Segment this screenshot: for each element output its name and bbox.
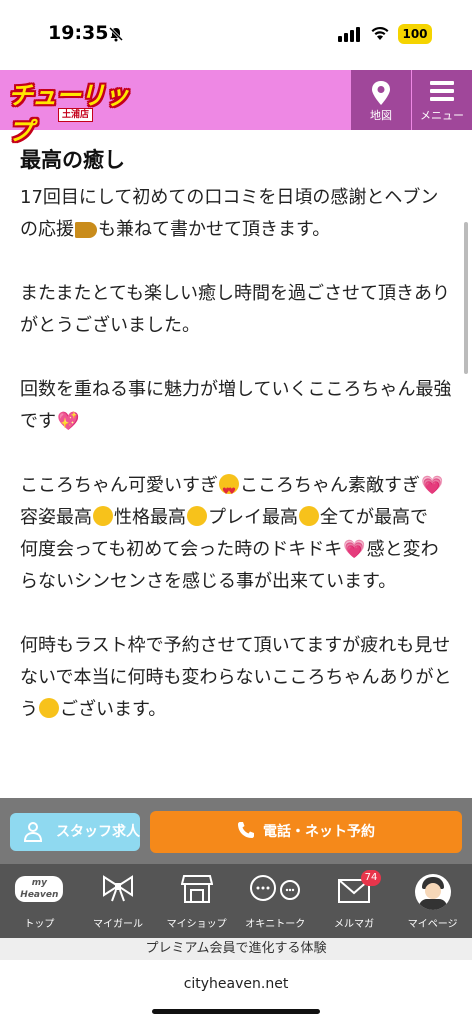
review-paragraph: こころちゃん可愛いすぎ こころちゃん素敵すぎ💗 bbox=[20, 470, 456, 508]
review-text: プレイ最高 bbox=[208, 507, 298, 528]
nav-item-mygirl[interactable]: マイガール bbox=[79, 864, 158, 938]
hamburger-icon bbox=[430, 81, 454, 101]
nav-item-okinitalk[interactable]: オキニトーク bbox=[236, 864, 315, 938]
review-title: 最高の癒し bbox=[20, 148, 125, 172]
review-content: 最高の癒し 17回目にして初めての口コミを日頃の感謝とヘブンの応援 も兼ねて書かせ… bbox=[0, 130, 472, 798]
staff-recruit-button[interactable]: スタッフ求人 bbox=[10, 813, 140, 851]
nav-item-myshop[interactable]: マイショップ bbox=[157, 864, 236, 938]
review-paragraph: 何時もラスト枠で予約させて頂いてますが疲れも見せないで本当に何時も変わらないここ… bbox=[20, 630, 456, 726]
review-text: こころちゃん可愛いすぎ bbox=[20, 475, 218, 496]
heart-eyes-icon bbox=[219, 474, 239, 508]
menu-label: メニュー bbox=[420, 109, 464, 122]
nav-label: マイショップ bbox=[166, 919, 227, 930]
url-text: cityheaven.net bbox=[183, 976, 289, 992]
nav-label: メルマガ bbox=[333, 919, 374, 930]
review-text: 性格最高 bbox=[114, 507, 186, 528]
call-reserve-label: 電話・ネット予約 bbox=[263, 824, 375, 840]
review-paragraph: 容姿最高 性格最高 プレイ最高 全てが最高で bbox=[20, 502, 456, 534]
review-text: 容姿最高 bbox=[20, 507, 92, 528]
review-body: 17回目にして初めての口コミを日頃の感謝とヘブンの応援 も兼ねて書かせて頂きます。… bbox=[20, 182, 472, 726]
nav-label: オキニトーク bbox=[245, 919, 306, 930]
review-paragraph: 17回目にして初めての口コミを日頃の感謝とヘブンの応援 も兼ねて書かせて頂きます。 bbox=[20, 182, 456, 246]
battery-indicator: 100 bbox=[398, 24, 432, 44]
menu-button[interactable]: メニュー bbox=[412, 70, 472, 130]
nav-label: マイガール bbox=[92, 919, 143, 930]
avatar-icon bbox=[414, 874, 451, 910]
nav-label: トップ bbox=[24, 919, 55, 930]
scrollbar[interactable] bbox=[464, 222, 468, 374]
premium-banner[interactable]: プレミアム会員で進化する体験 bbox=[0, 938, 472, 960]
review-text: こころちゃん素敵すぎ bbox=[240, 475, 420, 496]
review-text: 全てが最高で bbox=[320, 507, 428, 528]
heart-icon: 💗 bbox=[343, 539, 366, 560]
sparkling-heart-icon: 💖 bbox=[57, 411, 80, 432]
chat-icon bbox=[250, 875, 301, 901]
home-indicator bbox=[152, 1009, 320, 1014]
review-paragraph: 何度会っても初めて会った時のドキドキ💗感と変わらないシンセンさを感じる事が出来て… bbox=[20, 534, 456, 598]
review-paragraph: 回数を重ねる事に魅力が増していくこころちゃん最強です💖 bbox=[20, 374, 456, 438]
phone-icon bbox=[238, 822, 254, 838]
mail-badge: 74 bbox=[360, 870, 382, 886]
shop-logo[interactable]: チューリップ 土浦店 bbox=[8, 76, 130, 146]
smile-icon bbox=[187, 506, 207, 526]
browser-url-bar[interactable]: cityheaven.net bbox=[0, 960, 472, 1024]
review-text: 何度会っても初めて会った時のドキドキ bbox=[20, 539, 343, 560]
shop-icon bbox=[180, 875, 213, 903]
bell-muted-icon bbox=[108, 26, 124, 42]
map-pin-icon bbox=[372, 81, 390, 105]
crying-face-icon bbox=[39, 698, 59, 718]
my-heaven-logo-text: my Heaven bbox=[15, 876, 64, 902]
wifi-icon bbox=[371, 26, 389, 40]
nav-item-top[interactable]: my Heaven トップ bbox=[0, 864, 79, 938]
my-heaven-icon: my Heaven bbox=[15, 876, 64, 902]
map-button[interactable]: 地図 bbox=[351, 70, 411, 130]
megaphone-icon bbox=[75, 222, 97, 238]
call-reserve-button[interactable]: 電話・ネット予約 bbox=[150, 811, 462, 853]
review-text: も兼ねて書かせて頂きます。 bbox=[98, 219, 331, 240]
app-header: チューリップ 土浦店 地図 メニュー bbox=[0, 70, 472, 146]
logo-branch: 土浦店 bbox=[58, 108, 94, 122]
nav-label: マイページ bbox=[407, 919, 458, 930]
review-text: 回数を重ねる事に魅力が増していくこころちゃん最強です bbox=[20, 379, 452, 432]
review-text: ございます。 bbox=[60, 699, 167, 720]
heart-icon: 💗 bbox=[421, 475, 444, 496]
bottom-nav: my Heaven トップ マイガール マイショップ オキニトーク 74 メルマ… bbox=[0, 864, 472, 938]
nav-item-mailmag[interactable]: 74 メルマガ bbox=[315, 864, 394, 938]
smile-icon bbox=[93, 506, 113, 526]
review-paragraph: またまたとても楽しい癒し時間を過ごさせて頂きありがとうございました。 bbox=[20, 283, 451, 336]
status-bar: 19:35 100 bbox=[0, 0, 472, 70]
status-time: 19:35 bbox=[48, 22, 109, 44]
staff-recruit-label: スタッフ求人 bbox=[56, 824, 140, 840]
signal-icon bbox=[338, 27, 360, 42]
person-icon bbox=[24, 822, 42, 842]
ribbon-icon bbox=[102, 875, 133, 902]
smile-icon bbox=[299, 506, 319, 526]
nav-item-mypage[interactable]: マイページ bbox=[393, 864, 472, 938]
map-label: 地図 bbox=[370, 109, 392, 122]
